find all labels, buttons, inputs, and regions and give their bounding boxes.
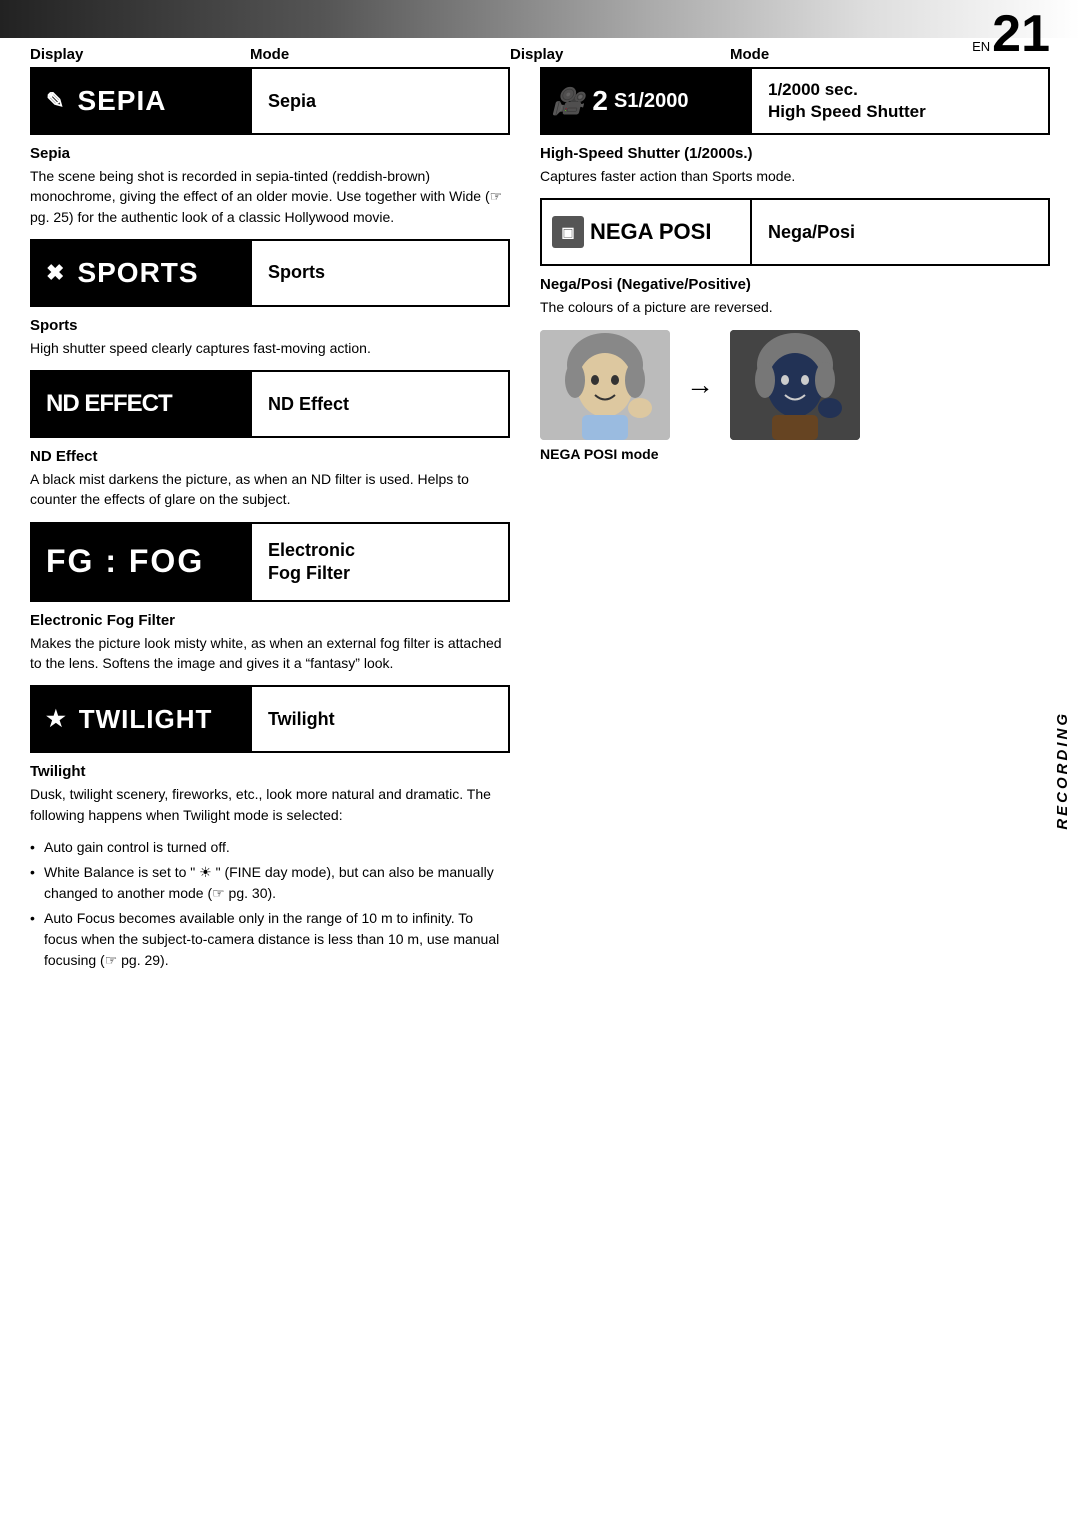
top-gradient-bar — [0, 0, 1080, 38]
twilight-bullet-1: Auto gain control is turned off. — [30, 837, 510, 858]
sports-mode-label: Sports — [252, 241, 508, 305]
twilight-bullet-2: White Balance is set to " ☀ " (FINE day … — [30, 862, 510, 904]
nega-posi-images: → — [540, 330, 1050, 440]
sports-display-text: SPORTS — [77, 257, 198, 289]
main-content: ✎ SEPIA Sepia Sepia The scene being shot… — [0, 67, 1080, 975]
nega-before-image — [540, 330, 670, 440]
nd-display-text: ND EFFECT — [46, 390, 172, 418]
twilight-title: Twilight — [30, 763, 510, 780]
twilight-display-text: TWILIGHT — [79, 704, 213, 735]
header-right: Display Mode — [510, 46, 1050, 63]
high-speed-shutter-body: Captures faster action than Sports mode. — [540, 166, 1050, 186]
twilight-body: Dusk, twilight scenery, fireworks, etc.,… — [30, 784, 510, 825]
nd-effect-entry: ND EFFECT ND Effect — [30, 370, 510, 438]
high-speed-shutter-entry: 🎥 2 S1/2000 1/2000 sec. High Speed Shutt… — [540, 67, 1050, 135]
nd-effect-mode-label: ND Effect — [252, 372, 508, 436]
nega-posi-title: Nega/Posi (Negative/Positive) — [540, 276, 1050, 293]
right-column: 🎥 2 S1/2000 1/2000 sec. High Speed Shutt… — [540, 67, 1050, 975]
nega-display-text: NEGA POSI — [590, 219, 711, 245]
shutter-camera-icon: 🎥 — [552, 86, 584, 117]
recording-sidebar: RECORDING — [1048, 680, 1076, 860]
shutter-num-2: 2 — [592, 85, 608, 117]
sepia-display-text: SEPIA — [77, 85, 166, 117]
display-header-left: Display — [30, 46, 250, 63]
fg-fog-title: Electronic Fog Filter — [30, 612, 510, 629]
high-speed-shutter-display: 🎥 2 S1/2000 — [542, 69, 752, 133]
header-row: Display Mode Display Mode — [0, 38, 1080, 67]
sports-entry: ✖ SPORTS Sports — [30, 239, 510, 307]
header-left: Display Mode — [30, 46, 510, 63]
nega-after-image — [730, 330, 860, 440]
sepia-body: The scene being shot is recorded in sepi… — [30, 166, 510, 227]
sports-title: Sports — [30, 317, 510, 334]
recording-label: RECORDING — [1054, 711, 1071, 830]
nd-effect-display: ND EFFECT — [32, 372, 252, 436]
high-speed-shutter-title: High-Speed Shutter (1/2000s.) — [540, 145, 1050, 162]
sports-body: High shutter speed clearly captures fast… — [30, 338, 510, 358]
fg-fog-entry: FG : FOG Electronic Fog Filter — [30, 522, 510, 602]
page-number: EN 21 — [972, 8, 1050, 60]
sepia-entry: ✎ SEPIA Sepia — [30, 67, 510, 135]
fg-fog-body: Makes the picture look misty white, as w… — [30, 633, 510, 674]
nega-posi-mode-label: Nega/Posi — [752, 200, 1048, 264]
nega-posi-display: ▣ NEGA POSI — [542, 200, 752, 264]
fg-fog-mode-label: Electronic Fog Filter — [252, 524, 508, 600]
sepia-display: ✎ SEPIA — [32, 69, 252, 133]
nd-effect-body: A black mist darkens the picture, as whe… — [30, 469, 510, 510]
nega-posi-body: The colours of a picture are reversed. — [540, 297, 1050, 317]
twilight-bullet-list: Auto gain control is turned off. White B… — [30, 837, 510, 971]
nega-arrow-icon: → — [686, 369, 714, 401]
sports-display: ✖ SPORTS — [32, 241, 252, 305]
nega-icon: ▣ — [552, 216, 584, 248]
display-header-right: Display — [510, 46, 730, 63]
page-num: 21 — [992, 8, 1050, 60]
nd-effect-title: ND Effect — [30, 448, 510, 465]
nega-mode-label: NEGA POSI mode — [540, 446, 1050, 462]
twilight-mode-label: Twilight — [252, 687, 508, 751]
high-speed-shutter-mode-label: 1/2000 sec. High Speed Shutter — [752, 69, 1048, 133]
nega-posi-entry: ▣ NEGA POSI Nega/Posi — [540, 198, 1050, 266]
mode-header-left: Mode — [250, 46, 289, 63]
twilight-bullet-3: Auto Focus becomes available only in the… — [30, 908, 510, 971]
fg-fog-display: FG : FOG — [32, 524, 252, 600]
twilight-icon: ★ — [46, 706, 67, 732]
sports-icon: ✖ — [46, 260, 65, 286]
mode-header-right: Mode — [730, 46, 769, 63]
twilight-display: ★ TWILIGHT — [32, 687, 252, 751]
fg-display-text: FG : FOG — [46, 543, 204, 580]
twilight-entry: ★ TWILIGHT Twilight — [30, 685, 510, 753]
sepia-icon: ✎ — [46, 88, 65, 114]
left-column: ✎ SEPIA Sepia Sepia The scene being shot… — [30, 67, 510, 975]
en-label: EN — [972, 39, 990, 54]
sepia-mode-label: Sepia — [252, 69, 508, 133]
sepia-title: Sepia — [30, 145, 510, 162]
shutter-speed-text: S1/2000 — [614, 90, 689, 113]
